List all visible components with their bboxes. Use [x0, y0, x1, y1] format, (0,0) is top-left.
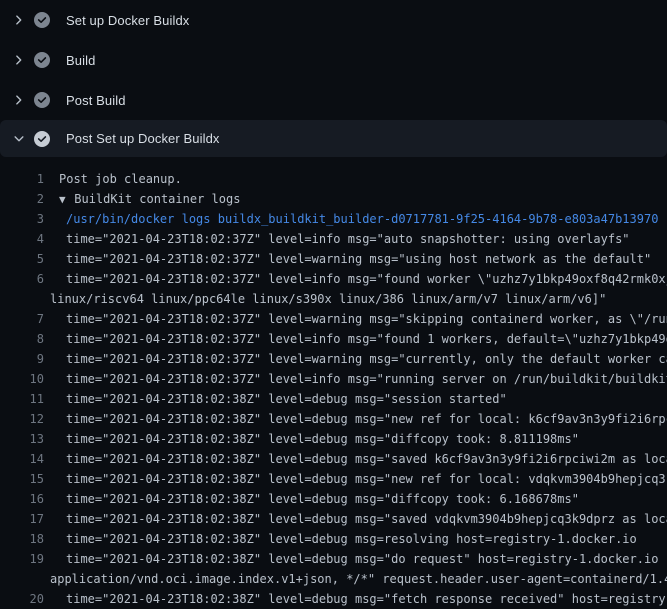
log-line-continuation: linux/riscv64 linux/ppc64le linux/s390x … [0, 289, 667, 309]
log-command-text: /usr/bin/docker logs buildx_buildkit_bui… [66, 209, 658, 229]
log-line-continuation: application/vnd.oci.image.index.v1+json,… [0, 569, 667, 589]
log-text: time="2021-04-23T18:02:37Z" level=warnin… [66, 349, 667, 369]
log-line-number[interactable]: 16 [0, 489, 44, 509]
chevron-right-icon [12, 93, 26, 107]
log-line-number[interactable]: 17 [0, 509, 44, 529]
log-line-number [0, 569, 44, 589]
log-text: ▼ BuildKit container logs [59, 189, 240, 209]
log-text: time="2021-04-23T18:02:38Z" level=debug … [66, 549, 667, 569]
log-line-number [0, 289, 44, 309]
log-line-number[interactable]: 18 [0, 529, 44, 549]
log-line-number[interactable]: 4 [0, 229, 44, 249]
log-text: time="2021-04-23T18:02:37Z" level=warnin… [66, 249, 651, 269]
step-title: Post Set up Docker Buildx [66, 131, 220, 146]
log-group-collapse-icon[interactable]: ▼ [59, 193, 72, 206]
log-line-number[interactable]: 2 [0, 189, 44, 209]
log-line: 3/usr/bin/docker logs buildx_buildkit_bu… [0, 209, 667, 229]
log-line-number[interactable]: 11 [0, 389, 44, 409]
log-text: time="2021-04-23T18:02:37Z" level=info m… [66, 229, 630, 249]
log-text: time="2021-04-23T18:02:37Z" level=info m… [66, 369, 667, 389]
log-text: time="2021-04-23T18:02:38Z" level=debug … [66, 489, 579, 509]
chevron-right-icon [12, 53, 26, 67]
log-line: 18 time="2021-04-23T18:02:38Z" level=debu… [0, 529, 667, 549]
step-row-post-build[interactable]: Post Build [0, 80, 667, 120]
log-line: 11 time="2021-04-23T18:02:38Z" level=debu… [0, 389, 667, 409]
log-line: 5 time="2021-04-23T18:02:37Z" level=warni… [0, 249, 667, 269]
log-line-number[interactable]: 15 [0, 469, 44, 489]
log-text: time="2021-04-23T18:02:37Z" level=info m… [66, 269, 667, 289]
check-circle-icon [34, 92, 50, 108]
log-line-number[interactable]: 19 [0, 549, 44, 569]
log-line-number[interactable]: 6 [0, 269, 44, 289]
log-line: 7 time="2021-04-23T18:02:37Z" level=warni… [0, 309, 667, 329]
log-line: 6 time="2021-04-23T18:02:37Z" level=info … [0, 269, 667, 289]
log-line-number[interactable]: 10 [0, 369, 44, 389]
log-text: linux/riscv64 linux/ppc64le linux/s390x … [50, 289, 606, 309]
log-text: time="2021-04-23T18:02:37Z" level=warnin… [66, 309, 667, 329]
log-line: 16 time="2021-04-23T18:02:38Z" level=debu… [0, 489, 667, 509]
log-line: 4 time="2021-04-23T18:02:37Z" level=info … [0, 229, 667, 249]
log-line-number[interactable]: 13 [0, 429, 44, 449]
step-title: Post Build [66, 93, 126, 108]
log-line-number[interactable]: 12 [0, 409, 44, 429]
log-line: 17 time="2021-04-23T18:02:38Z" level=debu… [0, 509, 667, 529]
log-line: 15 time="2021-04-23T18:02:38Z" level=debu… [0, 469, 667, 489]
log-text: time="2021-04-23T18:02:38Z" level=debug … [66, 449, 667, 469]
log-text: time="2021-04-23T18:02:38Z" level=debug … [66, 469, 667, 489]
check-circle-icon [34, 52, 50, 68]
log-text: time="2021-04-23T18:02:38Z" level=debug … [66, 509, 667, 529]
log-line-number[interactable]: 7 [0, 309, 44, 329]
log-text: time="2021-04-23T18:02:37Z" level=info m… [66, 329, 667, 349]
chevron-down-icon [12, 132, 26, 146]
log-line-number[interactable]: 8 [0, 329, 44, 349]
log-line: 8 time="2021-04-23T18:02:37Z" level=info … [0, 329, 667, 349]
log-group-title[interactable]: BuildKit container logs [74, 192, 240, 206]
step-row-set-up-docker-buildx[interactable]: Set up Docker Buildx [0, 0, 667, 40]
step-row-build[interactable]: Build [0, 40, 667, 80]
chevron-right-icon [12, 13, 26, 27]
log-line: 9 time="2021-04-23T18:02:37Z" level=warni… [0, 349, 667, 369]
log-line-number[interactable]: 14 [0, 449, 44, 469]
log-line: 2 ▼ BuildKit container logs [0, 189, 667, 209]
log-line: 10 time="2021-04-23T18:02:37Z" level=info… [0, 369, 667, 389]
log-line-number[interactable]: 3 [0, 209, 44, 229]
log-line-number[interactable]: 5 [0, 249, 44, 269]
log-text: time="2021-04-23T18:02:38Z" level=debug … [66, 529, 637, 549]
steps-list: Set up Docker Buildx Build Post Build Po… [0, 0, 667, 157]
log-line: 19 time="2021-04-23T18:02:38Z" level=debu… [0, 549, 667, 569]
step-title: Set up Docker Buildx [66, 13, 189, 28]
check-circle-icon [34, 12, 50, 28]
log-text: Post job cleanup. [59, 169, 182, 189]
log-text: time="2021-04-23T18:02:38Z" level=debug … [66, 589, 667, 609]
log-line-number[interactable]: 1 [0, 169, 44, 189]
log-line: 1 Post job cleanup. [0, 169, 667, 189]
check-circle-icon [34, 131, 50, 147]
log-line: 12 time="2021-04-23T18:02:38Z" level=debu… [0, 409, 667, 429]
step-title: Build [66, 53, 95, 68]
log-line: 14 time="2021-04-23T18:02:38Z" level=debu… [0, 449, 667, 469]
log-text: time="2021-04-23T18:02:38Z" level=debug … [66, 409, 667, 429]
log-line: 13 time="2021-04-23T18:02:38Z" level=debu… [0, 429, 667, 449]
log-text: time="2021-04-23T18:02:38Z" level=debug … [66, 389, 507, 409]
log-viewer: 1 Post job cleanup. 2 ▼ BuildKit container … [0, 157, 667, 609]
log-line-number[interactable]: 20 [0, 589, 44, 609]
step-row-post-set-up-docker-buildx[interactable]: Post Set up Docker Buildx [0, 120, 667, 157]
log-line-number[interactable]: 9 [0, 349, 44, 369]
log-text: application/vnd.oci.image.index.v1+json,… [50, 569, 667, 589]
log-line: 20 time="2021-04-23T18:02:38Z" level=debu… [0, 589, 667, 609]
log-text: time="2021-04-23T18:02:38Z" level=debug … [66, 429, 579, 449]
